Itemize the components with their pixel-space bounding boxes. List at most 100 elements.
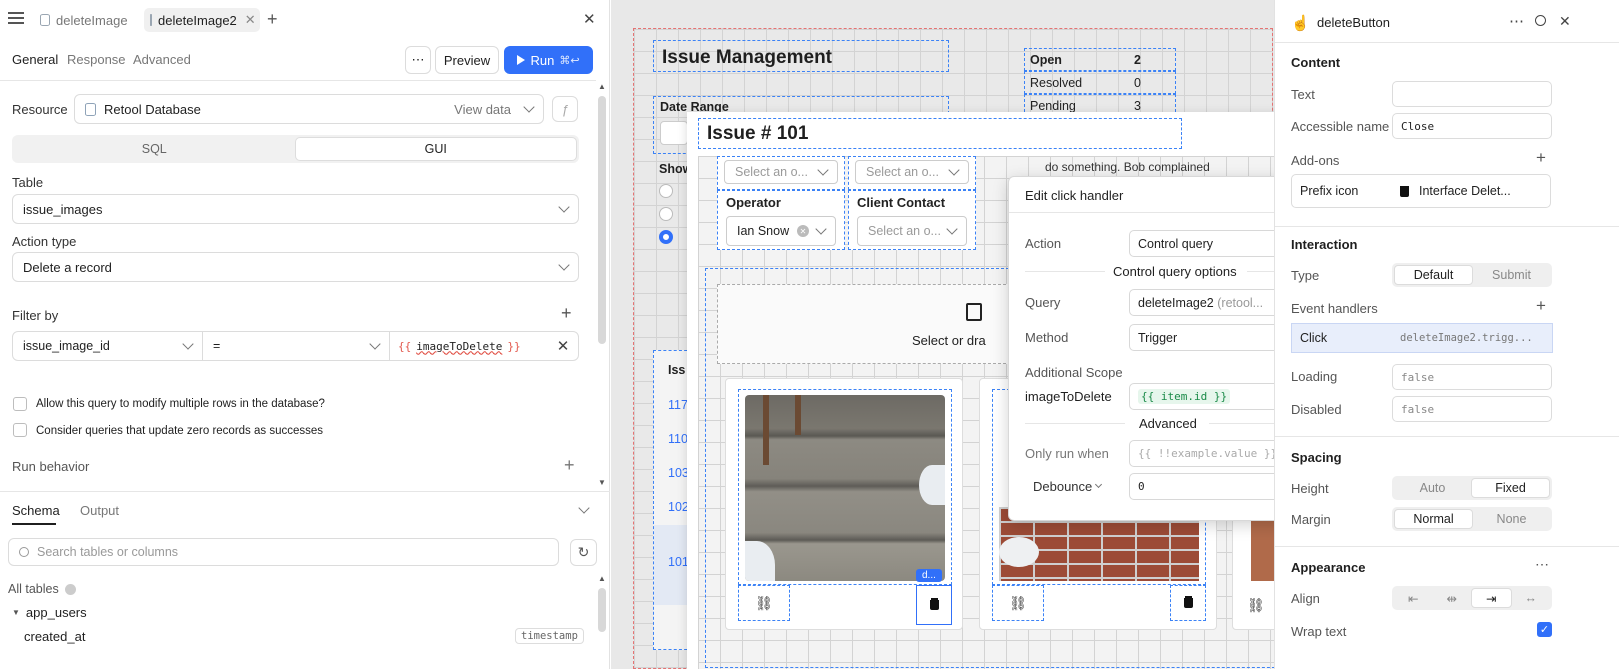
client-contact-select[interactable]: Select an o... bbox=[857, 216, 967, 246]
divider bbox=[0, 80, 596, 81]
query-editor-panel: deleteImage deleteImage2 ✕ + ✕ General R… bbox=[0, 0, 610, 669]
filter-value-input[interactable]: {{ imageToDelete }} bbox=[390, 332, 548, 360]
height-auto[interactable]: Auto bbox=[1394, 478, 1471, 498]
function-icon[interactable]: ƒ bbox=[552, 96, 578, 122]
scroll-down-icon[interactable]: ▼ bbox=[598, 478, 606, 487]
trash-icon bbox=[1400, 185, 1409, 197]
allow-multiple-rows-checkbox[interactable] bbox=[13, 397, 27, 411]
align-stretch-icon[interactable]: ↔ bbox=[1512, 588, 1551, 608]
delete-button[interactable] bbox=[916, 585, 952, 625]
close-inspector-icon[interactable]: ✕ bbox=[1559, 13, 1571, 30]
more-options-button[interactable]: ⋯ bbox=[405, 46, 431, 74]
link-icon: ⛓ bbox=[755, 594, 773, 611]
schema-scrollbar[interactable] bbox=[598, 588, 606, 632]
add-filter-icon[interactable]: + bbox=[561, 303, 572, 324]
click-event-handler[interactable]: Click deleteImage2.trigg... bbox=[1291, 323, 1553, 353]
filter-radio-3[interactable] bbox=[659, 230, 673, 244]
tab-deleteimage[interactable]: deleteImage bbox=[34, 8, 134, 32]
subtab-general[interactable]: General bbox=[12, 52, 58, 67]
popover-title: Edit click handler bbox=[1025, 188, 1124, 203]
add-tab-icon[interactable]: + bbox=[267, 9, 278, 30]
database-icon bbox=[150, 14, 152, 26]
filter-radio-2[interactable] bbox=[659, 207, 673, 221]
add-run-behavior-icon[interactable]: + bbox=[564, 455, 575, 476]
tab-schema[interactable]: Schema bbox=[12, 503, 60, 518]
link-button[interactable]: ⛓ bbox=[992, 585, 1044, 621]
column-type-badge: timestamp bbox=[515, 628, 584, 644]
calendar-icon[interactable] bbox=[660, 121, 688, 145]
tab-output[interactable]: Output bbox=[80, 503, 119, 518]
collapse-icon[interactable] bbox=[578, 502, 590, 514]
margin-label: Margin bbox=[1291, 512, 1331, 527]
clear-icon[interactable]: ✕ bbox=[797, 225, 809, 237]
link-icon[interactable]: ⛓ bbox=[1247, 597, 1265, 614]
select-container: Select an o... bbox=[717, 156, 845, 190]
resource-label: Resource bbox=[12, 102, 68, 117]
scroll-up-icon[interactable]: ▲ bbox=[598, 82, 606, 91]
subtab-advanced[interactable]: Advanced bbox=[133, 52, 191, 67]
select-input[interactable]: Select an o... bbox=[855, 160, 969, 184]
filter-column-select[interactable]: issue_image_id bbox=[13, 332, 203, 360]
table-app-users[interactable]: ▼ app_users bbox=[12, 605, 87, 620]
align-left-icon[interactable]: ⇤ bbox=[1394, 588, 1433, 608]
clear-filter-icon[interactable]: ✕ bbox=[548, 332, 578, 360]
margin-none[interactable]: None bbox=[1473, 509, 1550, 529]
align-center-icon[interactable]: ⇹ bbox=[1433, 588, 1472, 608]
only-run-when-label: Only run when bbox=[1025, 446, 1109, 461]
subtab-response[interactable]: Response bbox=[67, 52, 126, 67]
filter-radio-1[interactable] bbox=[659, 184, 673, 198]
height-fixed[interactable]: Fixed bbox=[1471, 478, 1550, 498]
action-type-select[interactable]: Delete a record bbox=[12, 252, 579, 282]
close-tab-icon[interactable]: ✕ bbox=[245, 12, 256, 28]
add-event-handler-icon[interactable]: + bbox=[1536, 296, 1546, 316]
tab-deleteimage2[interactable]: deleteImage2 ✕ bbox=[144, 8, 260, 32]
divider bbox=[1275, 42, 1619, 43]
margin-normal[interactable]: Normal bbox=[1394, 509, 1473, 529]
view-data-link[interactable]: View data bbox=[454, 102, 511, 117]
mode-sql[interactable]: SQL bbox=[14, 137, 295, 161]
more-icon[interactable]: ⋯ bbox=[1535, 556, 1549, 573]
allow-multiple-rows-label: Allow this query to modify multiple rows… bbox=[36, 398, 325, 410]
align-right-icon[interactable]: ⇥ bbox=[1471, 588, 1512, 608]
editor-scrollbar[interactable] bbox=[598, 96, 606, 344]
mode-gui[interactable]: GUI bbox=[294, 137, 577, 161]
operator-select[interactable]: Ian Snow ✕ bbox=[726, 216, 836, 246]
link-button[interactable]: ⛓ bbox=[738, 585, 790, 621]
zero-records-checkbox[interactable] bbox=[13, 423, 27, 437]
preview-button[interactable]: Preview bbox=[435, 46, 499, 74]
modal-title: Issue # 101 bbox=[698, 118, 1182, 149]
resource-select[interactable]: Retool Database View data bbox=[74, 94, 544, 124]
more-icon[interactable]: ⋯ bbox=[1509, 12, 1524, 30]
table-select[interactable]: issue_images bbox=[12, 194, 579, 224]
mode-toggle: SQL GUI bbox=[12, 135, 579, 163]
wrap-text-checkbox[interactable]: ✓ bbox=[1537, 622, 1552, 637]
debounce-select[interactable]: Debounce bbox=[1033, 479, 1103, 494]
select-input[interactable]: Select an o... bbox=[724, 160, 838, 184]
accessible-name-input[interactable]: Close bbox=[1392, 113, 1552, 139]
interaction-section-title: Interaction bbox=[1291, 237, 1358, 252]
disabled-input[interactable]: false bbox=[1392, 396, 1552, 422]
scroll-up-icon[interactable]: ▲ bbox=[598, 574, 606, 583]
filter-operator-select[interactable]: = bbox=[203, 332, 390, 360]
upload-icon bbox=[966, 303, 982, 321]
menu-icon[interactable] bbox=[8, 12, 24, 24]
close-panel-icon[interactable]: ✕ bbox=[583, 10, 596, 28]
loading-input[interactable]: false bbox=[1392, 364, 1552, 390]
add-addon-icon[interactable]: + bbox=[1536, 148, 1546, 168]
text-input[interactable] bbox=[1392, 81, 1552, 107]
search-icon[interactable] bbox=[1535, 15, 1546, 26]
type-default[interactable]: Default bbox=[1394, 265, 1473, 285]
align-label: Align bbox=[1291, 591, 1320, 606]
divider bbox=[1025, 271, 1105, 272]
operator-field: Operator Ian Snow ✕ bbox=[717, 190, 845, 250]
type-submit[interactable]: Submit bbox=[1473, 265, 1550, 285]
component-name[interactable]: deleteButton bbox=[1317, 15, 1390, 30]
refresh-schema-icon[interactable]: ↻ bbox=[570, 539, 597, 566]
run-button[interactable]: Run ⌘↩ bbox=[504, 46, 593, 74]
prefix-icon-addon[interactable]: Prefix icon Interface Delet... bbox=[1291, 174, 1551, 208]
tab-label: deleteImage bbox=[56, 12, 128, 28]
schema-search-input[interactable]: Search tables or columns bbox=[8, 538, 559, 566]
scope-key: imageToDelete bbox=[1025, 389, 1112, 404]
delete-button[interactable] bbox=[1170, 585, 1206, 621]
event-handlers-label: Event handlers bbox=[1291, 301, 1378, 316]
